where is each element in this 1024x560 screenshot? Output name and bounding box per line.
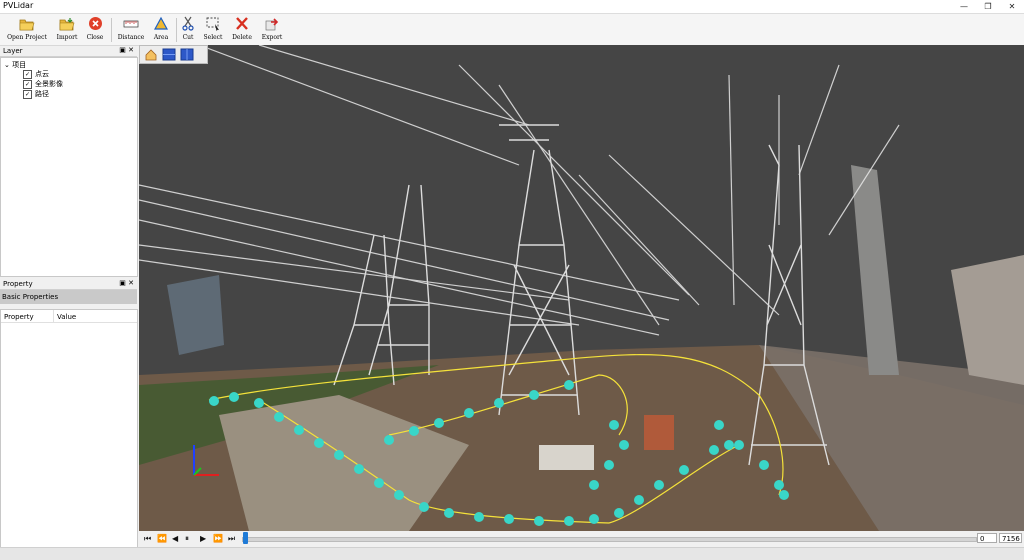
cut-button[interactable]: Cut [178, 15, 198, 44]
concrete-pipes [539, 445, 594, 470]
rewind-button[interactable]: ⏪ [157, 534, 167, 543]
column-header-property[interactable]: Property [4, 313, 34, 321]
selection-rect-icon [204, 15, 222, 32]
layer-panel-header: Layer ▣ ✕ [0, 46, 137, 57]
export-arrow-icon [263, 15, 281, 32]
column-header-value[interactable]: Value [57, 313, 76, 321]
home-view-icon[interactable] [144, 48, 158, 61]
scissors-icon [179, 15, 197, 32]
distance-button[interactable]: Distance [116, 15, 146, 44]
delete-button[interactable]: Delete [229, 15, 255, 44]
timeline-slider-handle[interactable] [243, 532, 248, 544]
play-button[interactable]: ▶ [200, 534, 206, 543]
window-title: PVLidar [3, 1, 34, 10]
open-project-button[interactable]: Open Project [6, 15, 48, 44]
layer-item-label: 路径 [35, 90, 49, 98]
import-button[interactable]: Import [54, 15, 80, 44]
property-panel-title: Property [3, 280, 33, 288]
layer-item-panorama[interactable]: ✓ 全景影像 [23, 79, 63, 89]
restore-button[interactable]: ❐ [976, 0, 1000, 13]
toolbar-separator [111, 18, 112, 42]
split-view-icon[interactable] [180, 48, 194, 61]
property-panel-header: Property ▣ ✕ [0, 279, 137, 290]
export-button[interactable]: Export [259, 15, 285, 44]
header-divider [1, 322, 137, 323]
basic-properties-section[interactable]: Basic Properties [0, 290, 137, 304]
property-table: Property Value [0, 309, 138, 548]
window-controls: — ❐ ✕ [952, 0, 1024, 13]
power-lines [139, 45, 900, 336]
single-view-icon[interactable] [162, 48, 176, 61]
column-divider [53, 310, 54, 322]
minimize-button[interactable]: — [952, 0, 976, 13]
layer-item-path[interactable]: ✓ 路径 [23, 89, 49, 99]
point-cloud-viewport[interactable] [139, 45, 1024, 531]
area-label: Area [153, 34, 169, 41]
import-folder-icon [58, 15, 76, 32]
building-right [951, 255, 1024, 385]
title-bar: PVLidar — ❐ ✕ [0, 0, 1024, 14]
layer-checkbox[interactable]: ✓ [23, 79, 32, 89]
open-folder-icon [18, 15, 36, 32]
status-bar [0, 547, 1024, 560]
export-label: Export [261, 34, 283, 41]
ruler-distance-icon [122, 15, 140, 32]
area-button[interactable]: Area [150, 15, 172, 44]
distance-label: Distance [117, 34, 145, 41]
point-cloud-scene [139, 45, 1024, 531]
main-toolbar: Open Project Import Close Distance Area … [0, 14, 1024, 46]
tree-root-label: 项目 [12, 61, 27, 69]
delete-label: Delete [232, 34, 252, 41]
excavator [644, 415, 674, 450]
layer-checkbox[interactable]: ✓ [23, 69, 32, 79]
select-label: Select [203, 34, 223, 41]
close-window-button[interactable]: ✕ [1000, 0, 1024, 13]
property-panel-controls[interactable]: ▣ ✕ [119, 279, 134, 287]
delete-x-icon [233, 15, 251, 32]
import-label: Import [56, 34, 78, 41]
first-frame-button[interactable]: ⏮ [144, 534, 151, 543]
open-project-label: Open Project [7, 34, 47, 41]
view-mini-toolbar [139, 45, 208, 64]
fast-forward-button[interactable]: ⏩ [213, 534, 223, 543]
layer-panel-title: Layer [3, 47, 23, 55]
area-triangle-icon [152, 15, 170, 32]
current-frame-field[interactable]: 0 [977, 533, 997, 543]
close-label: Close [86, 34, 104, 41]
select-button[interactable]: Select [201, 15, 225, 44]
step-back-button[interactable]: ◀ [172, 534, 178, 543]
timeline-slider[interactable] [242, 537, 977, 542]
pause-button[interactable]: ⏸ [185, 534, 189, 543]
layer-item-point-cloud[interactable]: ✓ 点云 [23, 69, 49, 79]
close-button[interactable]: Close [84, 15, 106, 44]
expand-chevron-icon[interactable]: ⌄ [4, 61, 10, 69]
basic-properties-label: Basic Properties [2, 293, 59, 301]
close-circle-icon [86, 15, 104, 32]
layer-item-label: 全景影像 [35, 80, 63, 88]
last-frame-button[interactable]: ⏭ [228, 534, 235, 543]
playback-bar: ⏮ ⏪ ◀ ⏸ ▶ ⏩ ⏭ 0 7156 [139, 531, 1024, 546]
building-tall [851, 165, 899, 375]
layer-panel-controls[interactable]: ▣ ✕ [119, 46, 134, 54]
total-frames-field: 7156 [999, 533, 1022, 543]
cut-label: Cut [182, 34, 194, 41]
layer-tree: ⌄ 项目 ✓ 点云 ✓ 全景影像 ✓ 路径 [0, 57, 138, 277]
layer-item-label: 点云 [35, 70, 49, 78]
building-left [167, 275, 224, 355]
layer-checkbox[interactable]: ✓ [23, 89, 32, 99]
toolbar-separator [176, 18, 177, 42]
